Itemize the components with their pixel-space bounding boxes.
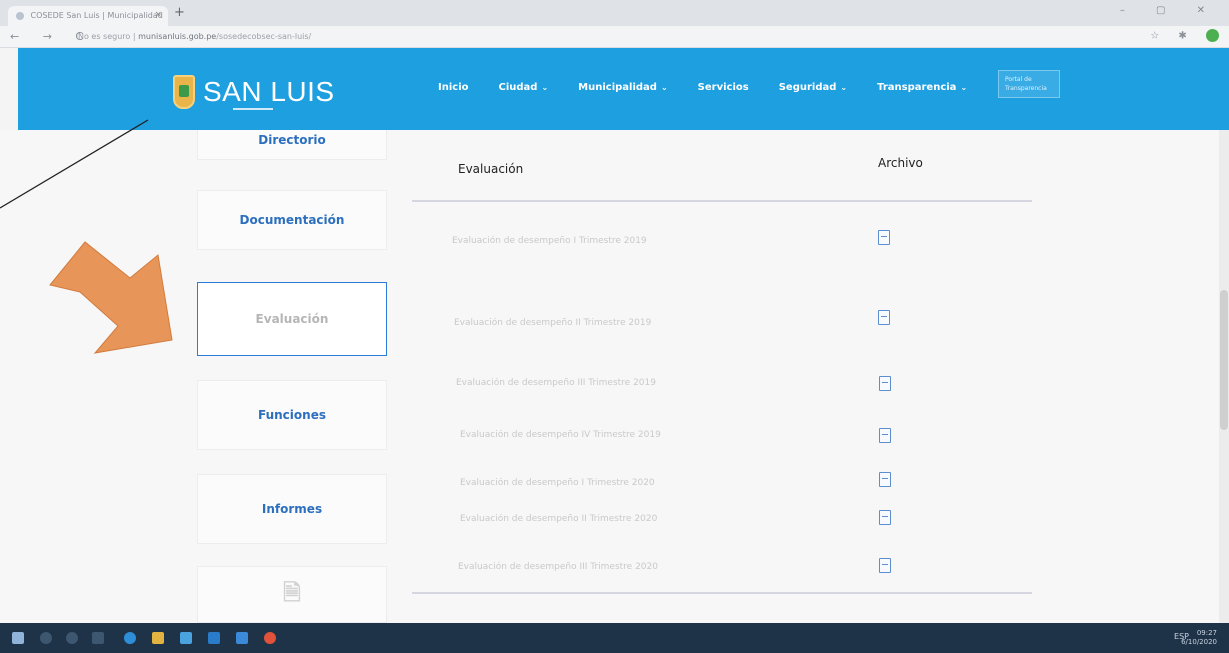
file-explorer-icon[interactable]: [152, 632, 164, 644]
app-icon[interactable]: [236, 632, 248, 644]
store-icon[interactable]: [180, 632, 192, 644]
search-icon[interactable]: [40, 632, 52, 644]
start-icon[interactable]: [12, 632, 24, 644]
page-scrollbar[interactable]: [1219, 130, 1229, 623]
annotation-overlay: [0, 119, 173, 354]
annotation-pointer-line: [0, 119, 149, 209]
taskbar-clock[interactable]: 09:27 6/10/2020: [1181, 629, 1217, 647]
scrollbar-thumb[interactable]: [1220, 290, 1228, 430]
clock-time: 09:27: [1196, 629, 1217, 637]
mail-icon[interactable]: [208, 632, 220, 644]
task-view-icon[interactable]: [92, 632, 104, 644]
edge-icon[interactable]: [124, 632, 136, 644]
windows-taskbar: ESP 09:27 6/10/2020: [0, 623, 1229, 653]
annotation-arrow-icon: [49, 241, 173, 354]
cortana-icon[interactable]: [66, 632, 78, 644]
chrome-icon[interactable]: [264, 632, 276, 644]
clock-date: 6/10/2020: [1181, 638, 1217, 646]
